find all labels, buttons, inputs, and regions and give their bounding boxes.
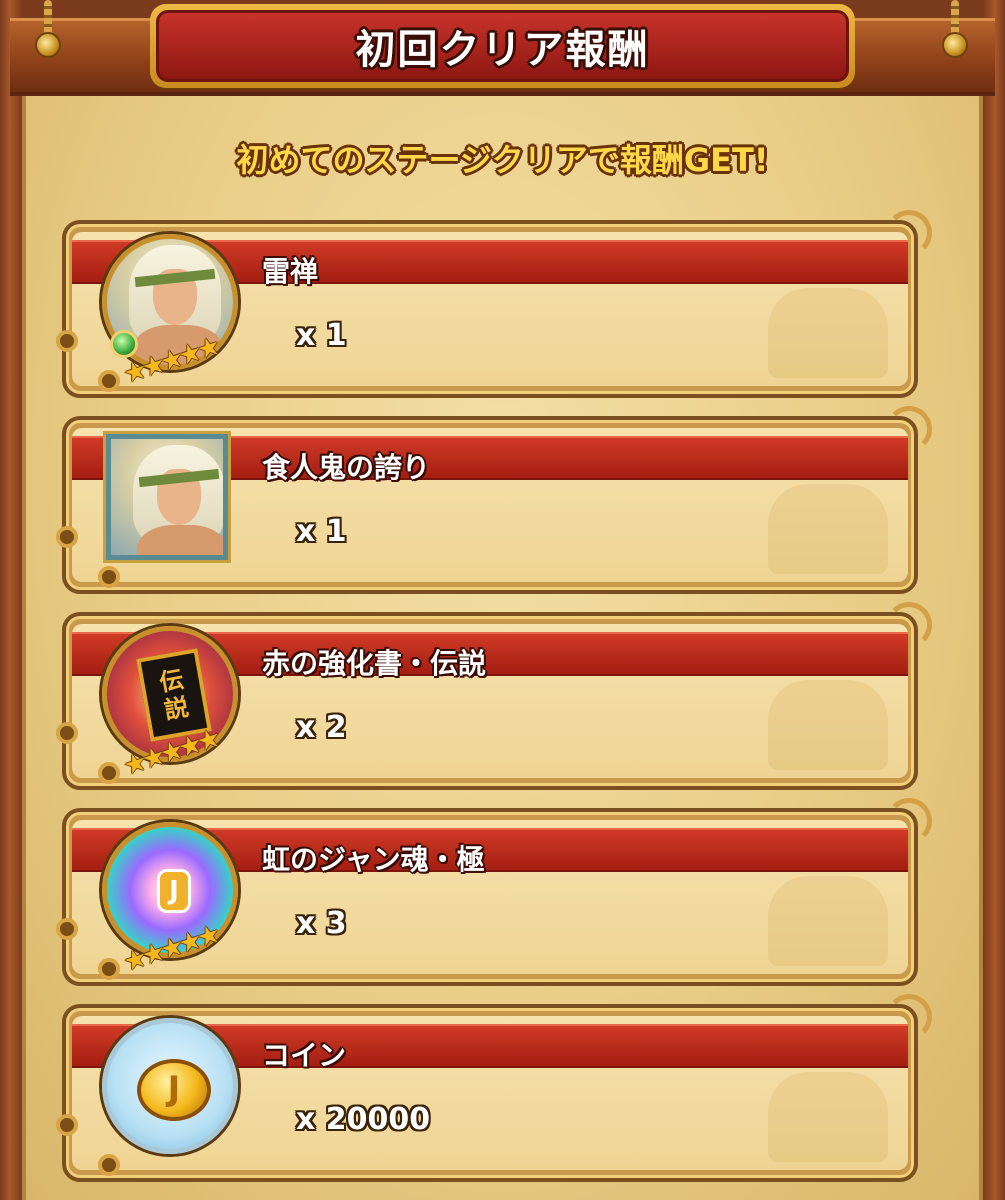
watermark-icon [768, 876, 888, 966]
coin-icon[interactable]: J [102, 1018, 238, 1154]
bolt-right-icon [942, 32, 968, 58]
character-portrait-icon[interactable]: ★★★★★ [102, 234, 238, 390]
reward-quantity: x 1 [296, 514, 347, 549]
watermark-icon [768, 1072, 888, 1162]
gold-coin-icon: J [137, 1059, 211, 1121]
character-card-icon[interactable] [102, 430, 238, 566]
rainbow-soul-icon[interactable]: J ★★★★★ [102, 822, 238, 978]
reward-name: 赤の強化書・伝説 [262, 647, 487, 680]
reward-card-raizen: 雷禅 x 1 ★★★★★ [56, 210, 932, 398]
watermark-icon [768, 288, 888, 378]
watermark-icon [768, 484, 888, 574]
reward-card-coin: コイン x 20000 J [56, 994, 932, 1182]
reward-card-rainbow-soul: 虹のジャン魂・極 x 3 J ★★★★★ [56, 798, 932, 986]
jump-j-icon: J [157, 869, 191, 913]
reward-quantity: x 1 [296, 318, 347, 353]
enhancement-book-icon[interactable]: 伝 説 ★★★★★ [102, 626, 238, 782]
reward-quantity: x 20000 [296, 1102, 431, 1137]
reward-card-red-book: 赤の強化書・伝説 x 2 伝 説 ★★★★★ [56, 602, 932, 790]
reward-name: コイン [262, 1039, 347, 1072]
reward-name: 食人鬼の誇り [262, 451, 431, 484]
watermark-icon [768, 680, 888, 770]
page-title: 初回クリア報酬 [355, 27, 650, 73]
subtitle: 初めてのステージクリアで報酬GET! [236, 141, 769, 179]
reward-name: 虹のジャン魂・極 [262, 843, 485, 876]
bolt-left-icon [35, 32, 61, 58]
reward-quantity: x 2 [296, 710, 347, 745]
reward-card-ogre-pride: 食人鬼の誇り x 1 [56, 406, 932, 594]
title-plate: 初回クリア報酬 [150, 4, 855, 88]
reward-name: 雷禅 [262, 255, 319, 288]
element-gem-icon [110, 330, 138, 358]
reward-quantity: x 3 [296, 906, 347, 941]
